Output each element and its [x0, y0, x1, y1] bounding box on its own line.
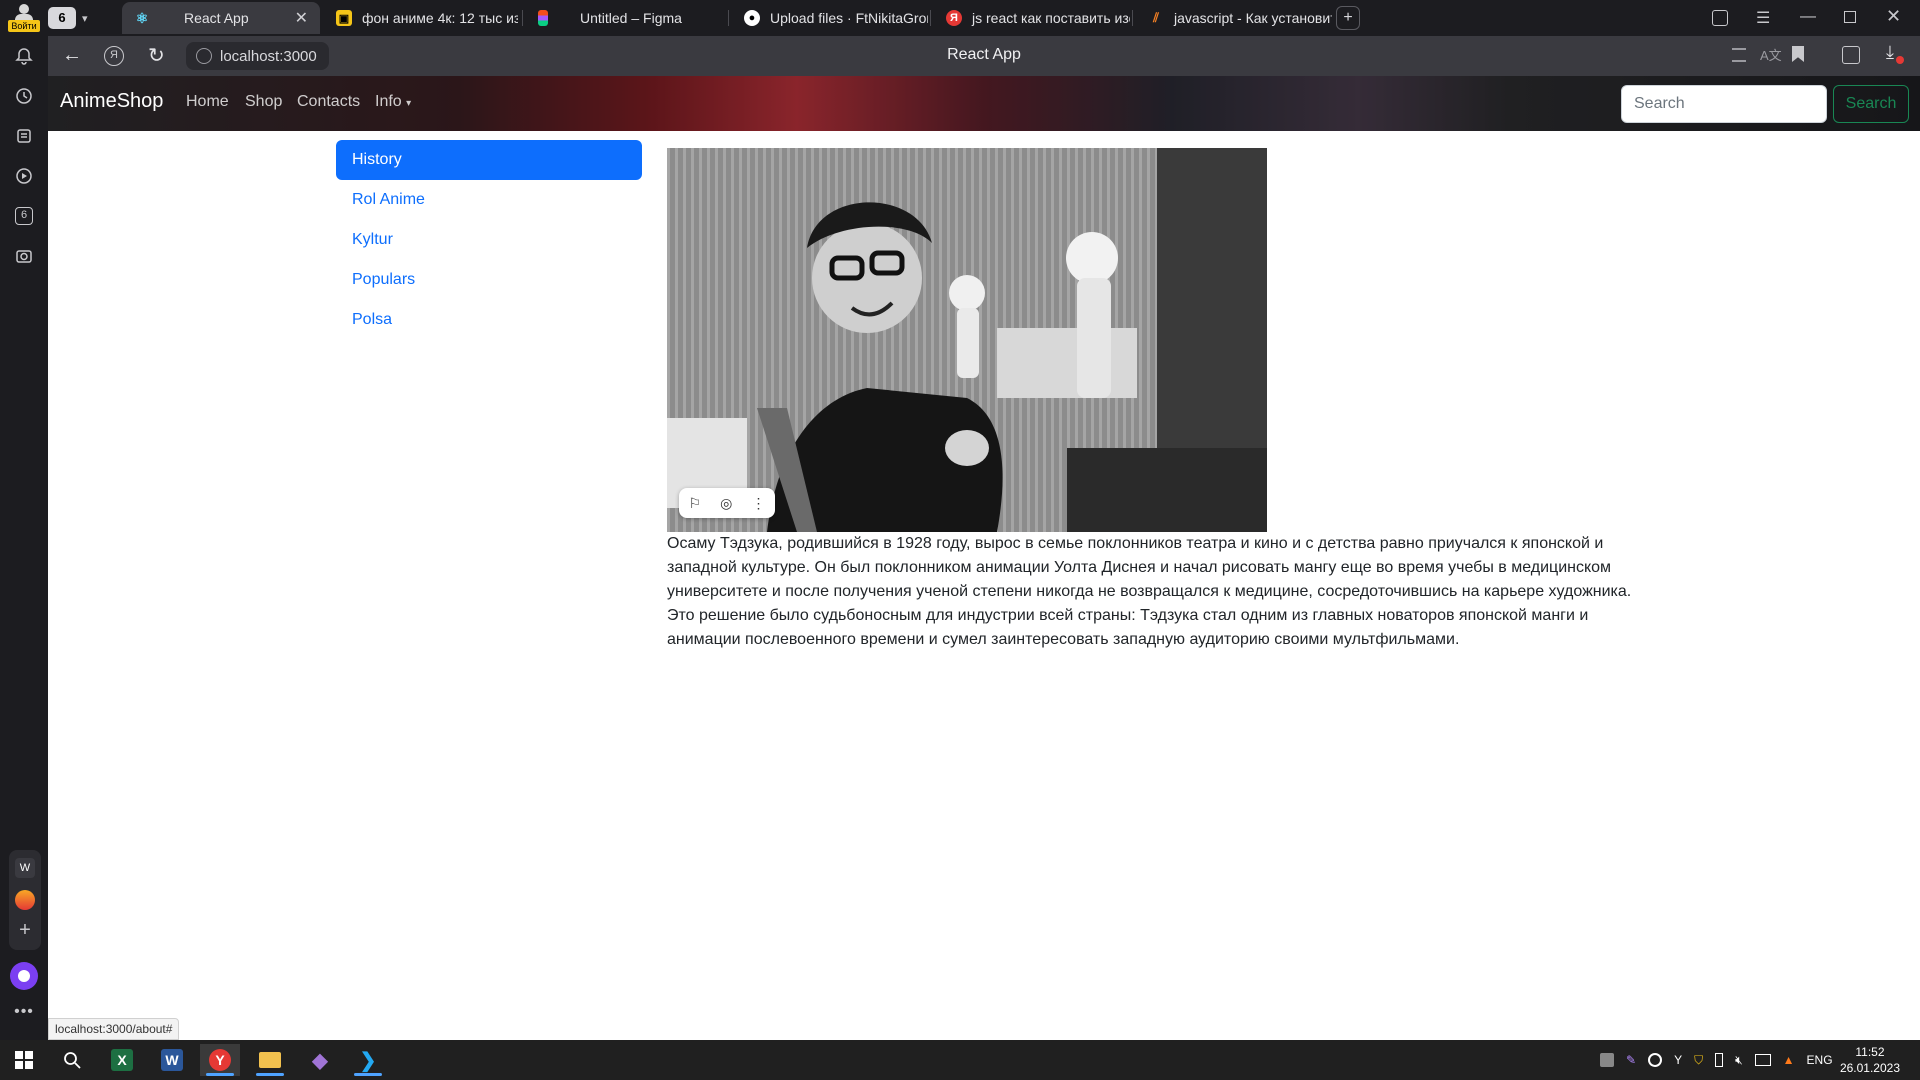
- yandex-tray-icon[interactable]: Y: [1674, 1053, 1682, 1067]
- nav-info-label: Info: [375, 93, 402, 110]
- restore-icon[interactable]: [1844, 11, 1856, 23]
- sidebar-dock: W +: [9, 850, 41, 950]
- tab-title: javascript - Как установить: [1174, 10, 1332, 26]
- sidebar-item-rol-anime[interactable]: Rol Anime: [336, 180, 642, 220]
- video-icon[interactable]: [12, 164, 36, 188]
- vscode-icon[interactable]: ❯: [348, 1044, 388, 1076]
- clock-date: 26.01.2023: [1839, 1061, 1900, 1075]
- browser-sidebar: Войти 6 W + •••: [0, 0, 48, 1040]
- address-bar: ← Я ↻ localhost:3000 React App A文 ⤓: [48, 36, 1920, 76]
- alice-icon[interactable]: [10, 962, 38, 990]
- reader-icon[interactable]: [1732, 48, 1746, 62]
- stackoverflow-icon: ⫽: [1153, 10, 1159, 25]
- sidebar-item-history[interactable]: History: [336, 140, 642, 180]
- image-toolbar: ⚐ ◎ ⋮: [679, 488, 775, 518]
- sidebar-item-kyltur[interactable]: Kyltur: [336, 220, 642, 260]
- nav-shop[interactable]: Shop: [245, 93, 282, 111]
- tab-title: Untitled – Figma: [580, 10, 682, 26]
- tab-figma[interactable]: Untitled – Figma: [526, 2, 726, 34]
- language-indicator[interactable]: ENG: [1807, 1053, 1833, 1067]
- site-navbar: AnimeShop Home Shop Contacts Info ▾ Sear…: [48, 76, 1920, 131]
- tab-title: React App: [184, 10, 249, 26]
- tray-app-icon[interactable]: [1600, 1053, 1614, 1067]
- profile-icon[interactable]: Войти: [8, 4, 40, 32]
- w-app-icon[interactable]: W: [15, 858, 35, 878]
- clock-time: 11:52: [1855, 1045, 1885, 1059]
- network-icon[interactable]: [1754, 1054, 1771, 1066]
- tab-stackoverflow[interactable]: ⫽ javascript - Как установить: [1136, 2, 1332, 34]
- chevron-down-icon: ▾: [82, 12, 88, 25]
- tab-counter[interactable]: 6 ▾: [48, 6, 104, 30]
- security-icon[interactable]: ⛉: [1694, 1053, 1703, 1068]
- file-explorer-icon[interactable]: [250, 1044, 290, 1076]
- article-text: Осаму Тэдзука, родившийся в 1928 году, в…: [667, 535, 1632, 648]
- search-button[interactable]: Search: [1833, 85, 1909, 123]
- visual-studio-icon[interactable]: ◆: [300, 1044, 340, 1076]
- start-icon[interactable]: [4, 1044, 44, 1076]
- close-window-icon[interactable]: ✕: [1886, 6, 1901, 27]
- six-icon[interactable]: 6: [12, 204, 36, 228]
- download-badge: [1896, 56, 1904, 64]
- battery-icon[interactable]: [1715, 1053, 1724, 1067]
- tab-panel-icon[interactable]: [1712, 10, 1728, 26]
- history-icon[interactable]: [12, 84, 36, 108]
- flame-icon[interactable]: ▲: [1783, 1053, 1795, 1067]
- sidebar-item-populars[interactable]: Populars: [336, 260, 642, 300]
- brand-logo[interactable]: AnimeShop: [60, 90, 163, 113]
- more-vertical-icon[interactable]: ⋮: [751, 495, 765, 512]
- windows-taskbar: X W Y ◆ ❯ ✎ Y ⛉ 🔇︎ ▲ ENG 11:52 26.01.202…: [0, 1040, 1920, 1080]
- nav-info-dropdown[interactable]: Info ▾: [375, 93, 411, 111]
- system-tray: ✎ Y ⛉ 🔇︎ ▲ ENG: [1600, 1040, 1833, 1080]
- sidebar-list: History Rol Anime Kyltur Populars Polsa: [336, 140, 642, 340]
- yandex-browser-icon[interactable]: Y: [200, 1044, 240, 1076]
- search-icon[interactable]: [52, 1044, 92, 1076]
- bell-icon[interactable]: [12, 44, 36, 68]
- page-title: React App: [947, 46, 1021, 63]
- menu-icon[interactable]: ☰: [1756, 8, 1770, 28]
- minimize-icon[interactable]: —: [1800, 8, 1816, 26]
- tab-github[interactable]: ● Upload files · FtNikitaGrom: [732, 2, 928, 34]
- new-tab-button[interactable]: +: [1336, 6, 1360, 30]
- tab-count-badge: 6: [48, 7, 76, 29]
- excel-icon[interactable]: X: [102, 1044, 142, 1076]
- collections-icon[interactable]: [12, 124, 36, 148]
- react-icon: ⚛: [135, 9, 149, 26]
- search-input[interactable]: [1621, 85, 1827, 123]
- tab-title: Upload files · FtNikitaGrom: [770, 10, 928, 26]
- screenshot-icon[interactable]: [12, 244, 36, 268]
- pen-icon[interactable]: ✎: [1626, 1053, 1636, 1067]
- tab-title: js react как поставить изо: [972, 10, 1130, 26]
- tab-yandex-search[interactable]: Я js react как поставить изо: [934, 2, 1130, 34]
- status-bar-url: localhost:3000/about#: [48, 1018, 180, 1040]
- web-page: AnimeShop Home Shop Contacts Info ▾ Sear…: [48, 76, 1920, 1040]
- tab-react-app[interactable]: ⚛ React App ✕: [122, 2, 320, 34]
- add-panel-icon[interactable]: +: [15, 920, 35, 940]
- login-label: Войти: [8, 20, 40, 32]
- nav-home[interactable]: Home: [186, 93, 229, 111]
- vpn-icon[interactable]: [1648, 1053, 1663, 1067]
- caret-down-icon: ▾: [406, 98, 412, 109]
- download-icon[interactable]: ⤓: [1886, 42, 1904, 64]
- clock[interactable]: 11:52 26.01.2023: [1840, 1044, 1900, 1076]
- word-icon[interactable]: W: [152, 1044, 192, 1076]
- nav-contacts[interactable]: Contacts: [297, 93, 360, 111]
- close-tab-icon[interactable]: ✕: [287, 8, 308, 28]
- tab-title: фон аниме 4к: 12 тыс изо: [362, 10, 518, 26]
- weather-icon[interactable]: [15, 890, 35, 910]
- sidebar-item-polsa[interactable]: Polsa: [336, 300, 642, 340]
- history-photo: ⚐ ◎ ⋮: [667, 148, 1267, 532]
- github-icon: ●: [744, 10, 760, 26]
- tab-strip: 6 ▾ ⚛ React App ✕ ▣ фон аниме 4к: 12 тыс…: [48, 0, 1920, 36]
- figma-icon: [538, 10, 548, 26]
- bookmarks-panel-icon[interactable]: [1842, 46, 1860, 64]
- tab-anime-bg[interactable]: ▣ фон аниме 4к: 12 тыс изо: [324, 2, 518, 34]
- yandex-icon: Я: [946, 10, 962, 26]
- yandex-images-icon: ▣: [336, 10, 352, 26]
- volume-muted-icon[interactable]: 🔇︎: [1735, 1053, 1743, 1068]
- translate-icon[interactable]: A文: [1760, 45, 1782, 64]
- more-icon[interactable]: •••: [12, 1004, 36, 1020]
- bookmark-icon[interactable]: ⚐: [689, 495, 702, 512]
- lens-icon[interactable]: ◎: [720, 495, 732, 512]
